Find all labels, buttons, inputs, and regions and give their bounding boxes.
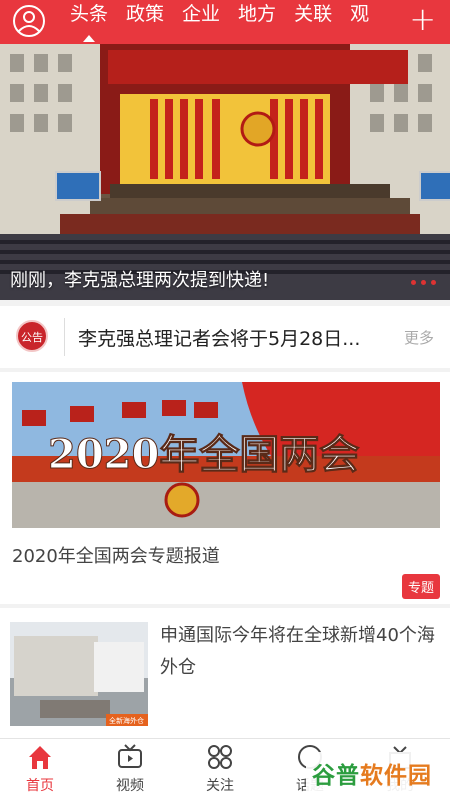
divider (64, 318, 65, 356)
nav-home[interactable]: 首页 (5, 743, 75, 795)
announcement-badge: 公告 (16, 320, 48, 352)
tv-icon (118, 744, 142, 768)
nav-follow-label: 关注 (206, 778, 234, 794)
user-avatar-icon[interactable] (12, 4, 46, 38)
nav-home-label: 首页 (26, 778, 54, 794)
nav-follow[interactable]: 关注 (185, 743, 255, 795)
feature-image-text: 2020年全国两会 (48, 431, 359, 478)
news-list-item[interactable]: 全新海外仓 申通国际今年将在全球新增40个海外仓 (0, 608, 450, 738)
more-link[interactable]: 更多 (404, 327, 434, 348)
feature-card[interactable]: 2020年全国两会 2020年全国两会专题报道 专题 (0, 372, 450, 604)
carousel-indicator (411, 280, 436, 285)
hero-caption[interactable]: 刚刚，李克强总理两次提到快递! (10, 266, 269, 292)
nav-video-label: 视频 (116, 778, 144, 794)
tab-policy[interactable]: 政策 (126, 0, 164, 44)
tab-local[interactable]: 地方 (238, 0, 276, 44)
top-bar: 头条 政策 企业 地方 关联 观 + (0, 0, 450, 44)
tab-related[interactable]: 关联 (294, 0, 332, 44)
feature-image: 2020年全国两会 (12, 382, 440, 528)
watermark-text: 谷普软件园 (312, 756, 432, 790)
carousel-dot[interactable] (431, 280, 436, 285)
announcement-text[interactable]: 李克强总理记者会将于5月28日... (78, 324, 388, 351)
tab-enterprise[interactable]: 企业 (182, 0, 220, 44)
watermark-part1: 谷普 (312, 763, 360, 789)
add-channel-icon[interactable]: + (409, 3, 436, 35)
news-thumbnail: 全新海外仓 (10, 622, 148, 726)
topic-tag[interactable]: 专题 (401, 574, 440, 599)
carousel-dot[interactable] (411, 280, 416, 285)
tab-view[interactable]: 观 (350, 0, 369, 44)
channel-tabs: 头条 政策 企业 地方 关联 观 (70, 0, 387, 44)
tab-headlines[interactable]: 头条 (70, 0, 108, 44)
nav-video[interactable]: 视频 (95, 743, 165, 795)
announcement-bar: 公告 李克强总理记者会将于5月28日... 更多 (0, 306, 450, 368)
grid-icon (208, 745, 232, 769)
hero-image (0, 44, 450, 300)
watermark-part2: 软件园 (360, 763, 432, 789)
carousel-dot[interactable] (421, 280, 426, 285)
feature-title[interactable]: 2020年全国两会专题报道 (12, 542, 220, 568)
thumb-caption: 全新海外仓 (109, 716, 144, 725)
site-watermark: 谷普软件园 (306, 752, 442, 794)
home-icon (29, 746, 51, 769)
hero-carousel[interactable]: 刚刚，李克强总理两次提到快递! (0, 44, 450, 300)
news-title[interactable]: 申通国际今年将在全球新增40个海外仓 (160, 620, 442, 684)
